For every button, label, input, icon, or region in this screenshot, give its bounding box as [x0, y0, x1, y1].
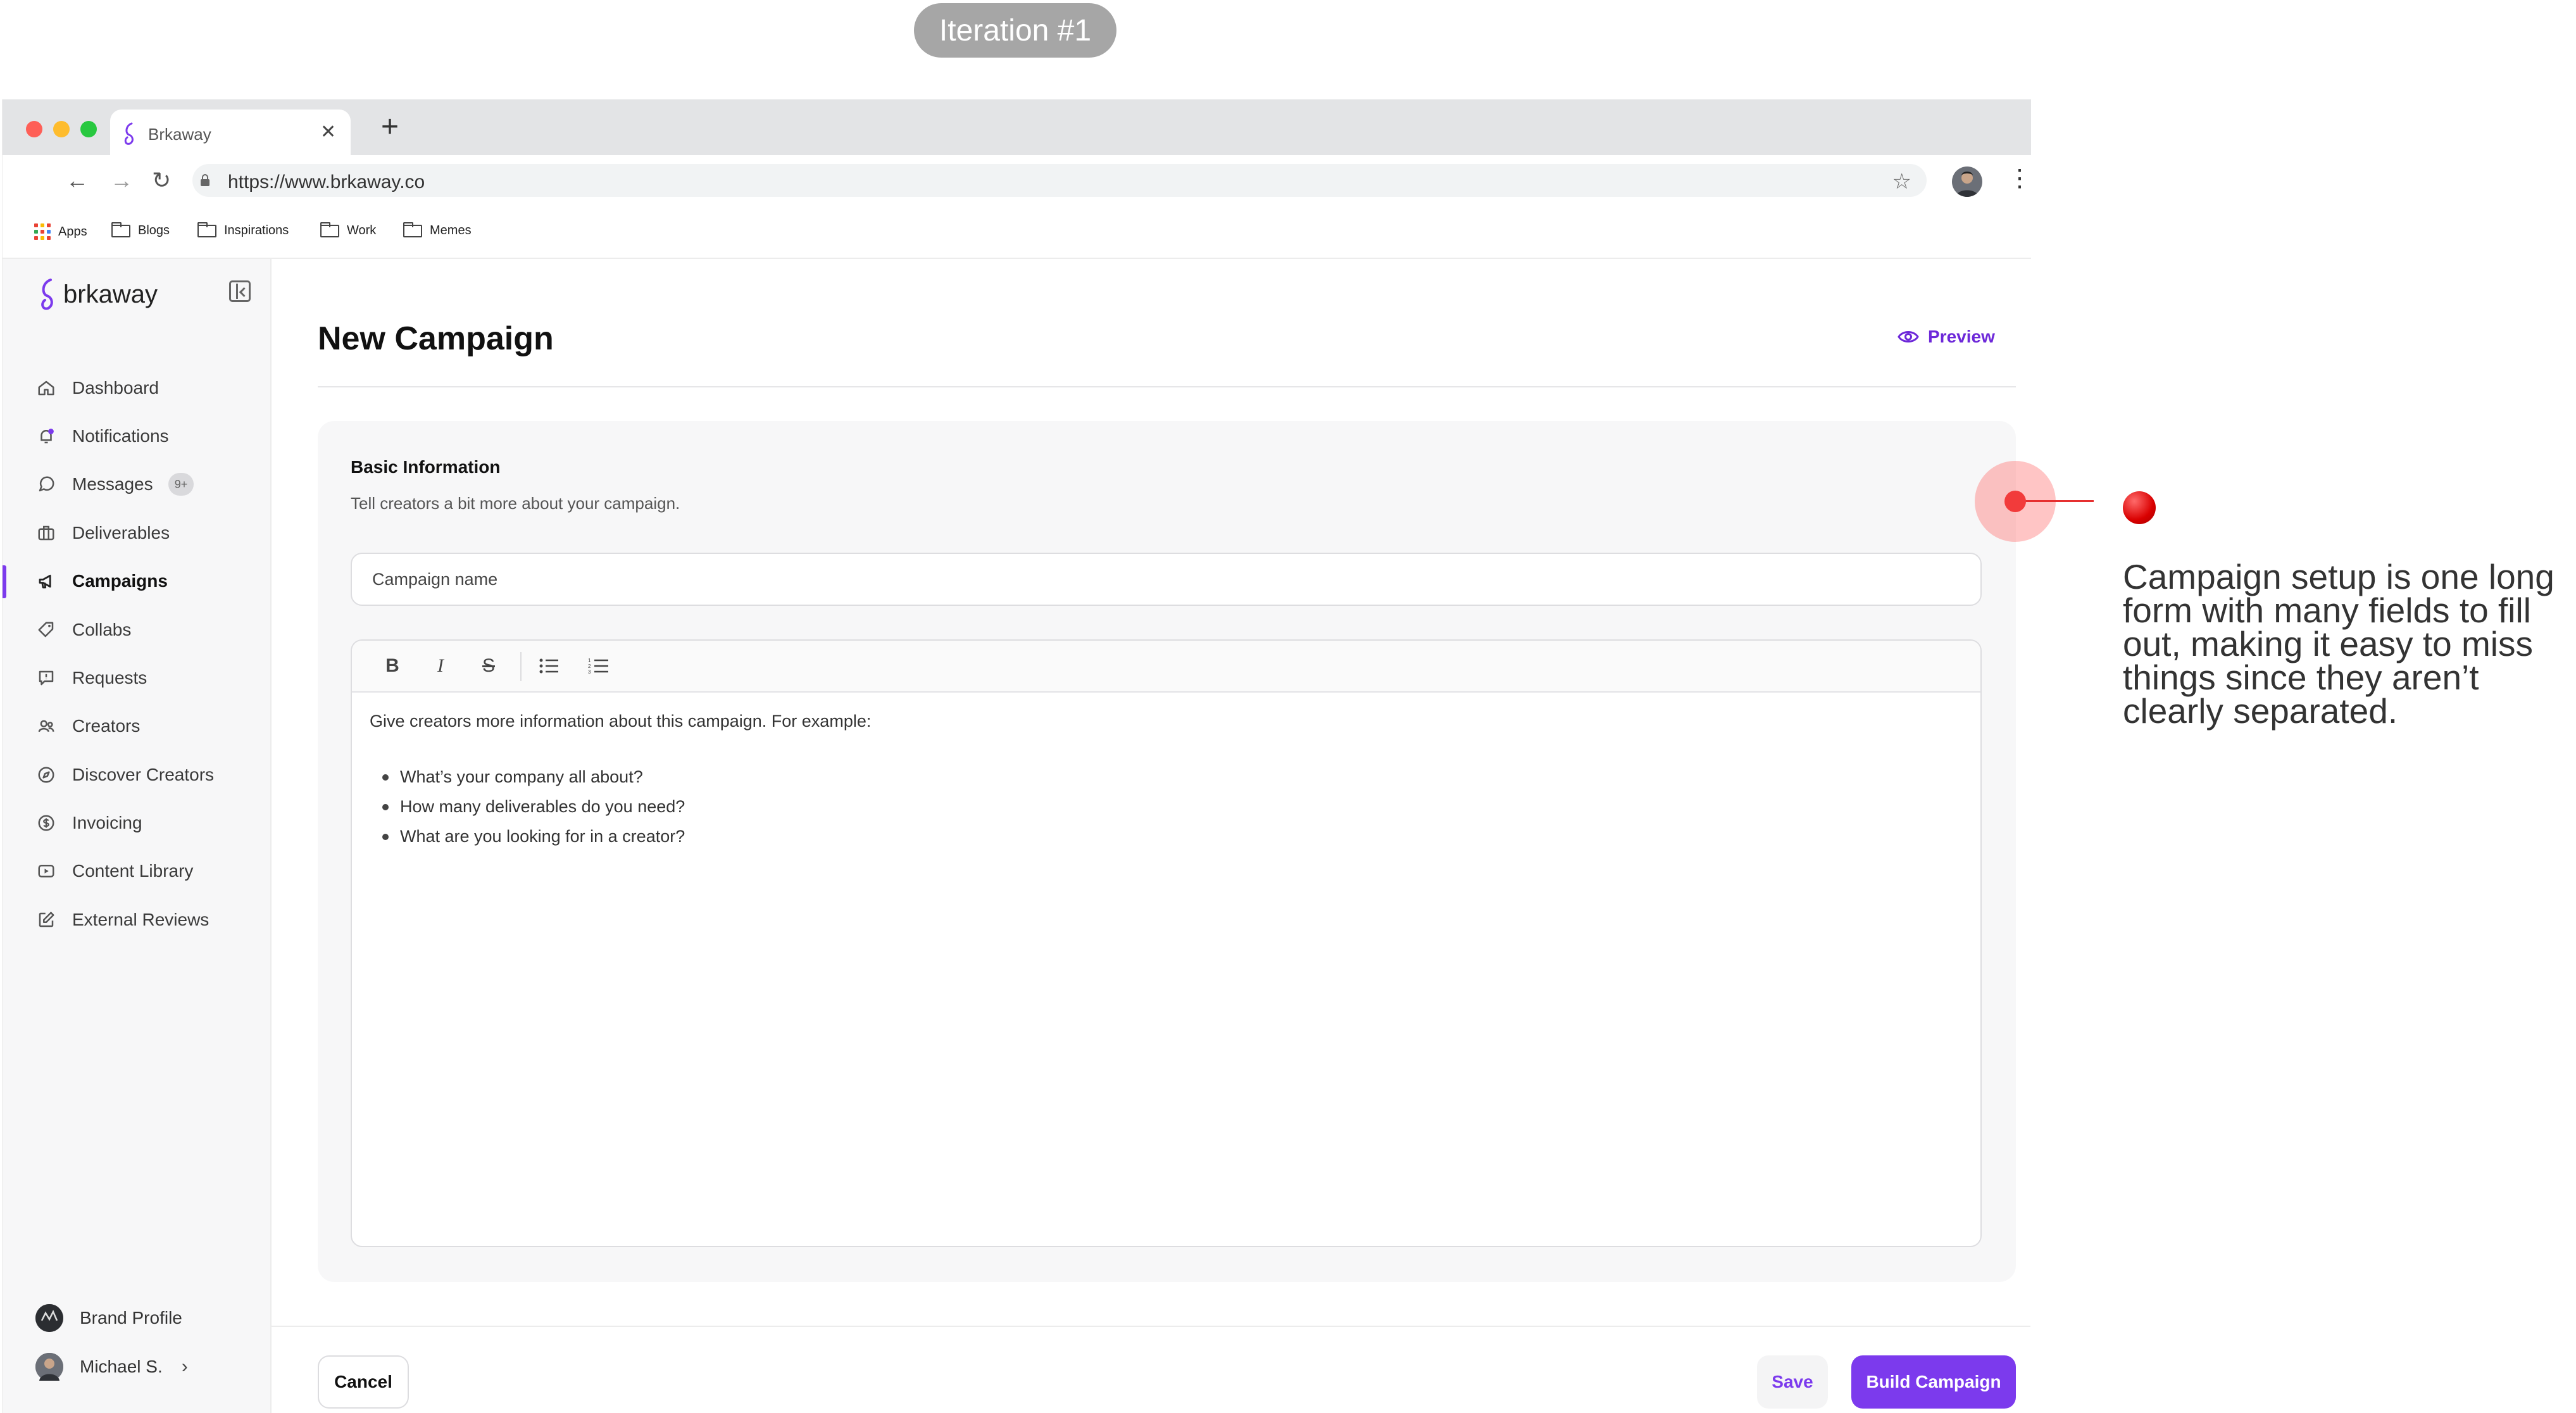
strikethrough-icon[interactable]: S	[476, 653, 501, 679]
folder-icon	[320, 222, 339, 237]
italic-icon[interactable]: I	[428, 653, 453, 679]
list-item: What’s your company all about?	[382, 762, 685, 792]
editor-bullet-list: What’s your company all about? How many …	[382, 762, 685, 851]
chat-icon	[35, 474, 57, 495]
collapse-sidebar-icon[interactable]	[229, 280, 251, 302]
annotation-hotspot-dot	[2004, 491, 2026, 512]
brkaway-logo-icon	[41, 279, 53, 310]
messages-count-badge: 9+	[168, 473, 194, 496]
footer-divider	[270, 1326, 2030, 1327]
annotation-note: Campaign setup is one long form with man…	[2123, 557, 2554, 731]
preview-button[interactable]: Preview	[1898, 327, 1995, 347]
campaign-name-input[interactable]	[351, 553, 1982, 606]
brand-logo[interactable]: brkaway	[37, 277, 158, 312]
list-item: How many deliverables do you need?	[382, 792, 685, 822]
brkaway-logo-icon	[124, 122, 134, 145]
folder-icon	[111, 222, 130, 237]
list-item: What are you looking for in a creator?	[382, 822, 685, 851]
iteration-label: Iteration #1	[914, 3, 1116, 58]
sidebar: brkaway Dashboard Notifications Messages…	[3, 259, 272, 1413]
browser-tab-bar: Brkaway ✕ +	[3, 99, 2031, 155]
bookmarks-bar: Apps Blogs Inspirations Work Memes	[3, 206, 2031, 259]
save-button[interactable]: Save	[1757, 1355, 1828, 1409]
sidebar-item-creators[interactable]: Creators	[3, 703, 272, 750]
browser-tab[interactable]: Brkaway ✕	[110, 110, 351, 155]
briefcase-icon	[35, 522, 57, 544]
bold-icon[interactable]: B	[380, 653, 405, 679]
megaphone-icon	[35, 570, 57, 592]
sidebar-item-collabs[interactable]: Collabs	[3, 606, 272, 653]
bookmark-inspirations[interactable]: Inspirations	[197, 222, 289, 238]
close-tab-icon[interactable]: ✕	[320, 121, 336, 143]
toolbar-separator	[520, 652, 522, 681]
title-divider	[318, 386, 2016, 387]
build-campaign-button[interactable]: Build Campaign	[1851, 1355, 2016, 1409]
edit-icon	[35, 909, 57, 931]
close-window-button[interactable]	[26, 121, 42, 137]
user-avatar	[35, 1353, 63, 1381]
bookmark-work[interactable]: Work	[320, 222, 376, 238]
tag-icon	[35, 619, 57, 641]
reload-icon[interactable]: ↻	[152, 168, 171, 193]
user-menu[interactable]: Michael S. ›	[35, 1353, 188, 1381]
maximize-window-button[interactable]	[80, 121, 97, 137]
back-icon[interactable]: ←	[66, 168, 89, 193]
tab-title: Brkaway	[148, 125, 211, 144]
campaign-description-editor[interactable]: B I S 123 Give creators more information…	[351, 639, 1982, 1247]
basic-information-card: Basic Information Tell creators a bit mo…	[318, 421, 2016, 1282]
compass-icon	[35, 764, 57, 786]
bookmark-blogs[interactable]: Blogs	[111, 222, 170, 238]
numbered-list-icon[interactable]: 123	[586, 653, 611, 679]
lock-icon	[201, 174, 209, 186]
section-title: Basic Information	[351, 457, 501, 477]
bookmark-memes[interactable]: Memes	[403, 222, 472, 238]
users-icon	[35, 715, 57, 737]
forward-icon[interactable]: →	[110, 168, 133, 193]
new-tab-icon[interactable]: +	[381, 112, 399, 142]
bell-icon	[35, 425, 57, 447]
sidebar-item-content-library[interactable]: Content Library	[3, 848, 272, 895]
folder-icon	[403, 222, 422, 237]
sidebar-item-discover-creators[interactable]: Discover Creators	[3, 751, 272, 798]
address-row: ← → ↻ https://www.brkaway.co ☆ ⋮	[3, 155, 2032, 206]
request-icon	[35, 667, 57, 689]
sidebar-item-dashboard[interactable]: Dashboard	[3, 365, 272, 411]
editor-intro: Give creators more information about thi…	[370, 712, 872, 731]
annotation-marker	[2123, 491, 2156, 524]
sidebar-item-notifications[interactable]: Notifications	[3, 413, 272, 460]
editor-content[interactable]: Give creators more information about thi…	[370, 712, 872, 846]
dollar-icon	[35, 812, 57, 834]
sidebar-item-external-reviews[interactable]: External Reviews	[3, 896, 272, 943]
svg-text:2: 2	[588, 663, 591, 669]
brand-name: brkaway	[63, 280, 158, 308]
eye-icon	[1898, 331, 1919, 342]
svg-text:1: 1	[588, 658, 591, 663]
svg-text:3: 3	[588, 669, 591, 675]
browser-menu-icon[interactable]: ⋮	[2008, 164, 2032, 192]
url-bar[interactable]: https://www.brkaway.co ☆	[192, 164, 1927, 197]
editor-toolbar: B I S 123	[352, 641, 1980, 693]
minimize-window-button[interactable]	[53, 121, 70, 137]
home-icon	[35, 377, 57, 399]
bookmark-star-icon[interactable]: ☆	[1892, 169, 1911, 194]
apps-grid-icon	[34, 223, 51, 240]
video-icon	[35, 860, 57, 882]
bullet-list-icon[interactable]	[537, 653, 562, 679]
page-title: New Campaign	[318, 320, 554, 357]
annotation-connector	[2023, 500, 2094, 502]
sidebar-item-campaigns[interactable]: Campaigns	[3, 558, 272, 605]
bookmark-apps[interactable]: Apps	[34, 223, 87, 240]
sidebar-item-invoicing[interactable]: Invoicing	[3, 800, 272, 846]
section-description: Tell creators a bit more about your camp…	[351, 494, 680, 513]
chevron-right-icon: ›	[181, 1356, 188, 1377]
url-text: https://www.brkaway.co	[228, 172, 425, 192]
brand-profile-link[interactable]: Brand Profile	[35, 1304, 182, 1332]
cancel-button[interactable]: Cancel	[318, 1355, 409, 1409]
folder-icon	[197, 222, 216, 237]
brand-avatar	[35, 1304, 63, 1332]
browser-profile-avatar[interactable]	[1952, 166, 1982, 197]
sidebar-item-messages[interactable]: Messages 9+	[3, 461, 272, 508]
sidebar-item-requests[interactable]: Requests	[3, 655, 272, 701]
sidebar-item-deliverables[interactable]: Deliverables	[3, 510, 272, 556]
